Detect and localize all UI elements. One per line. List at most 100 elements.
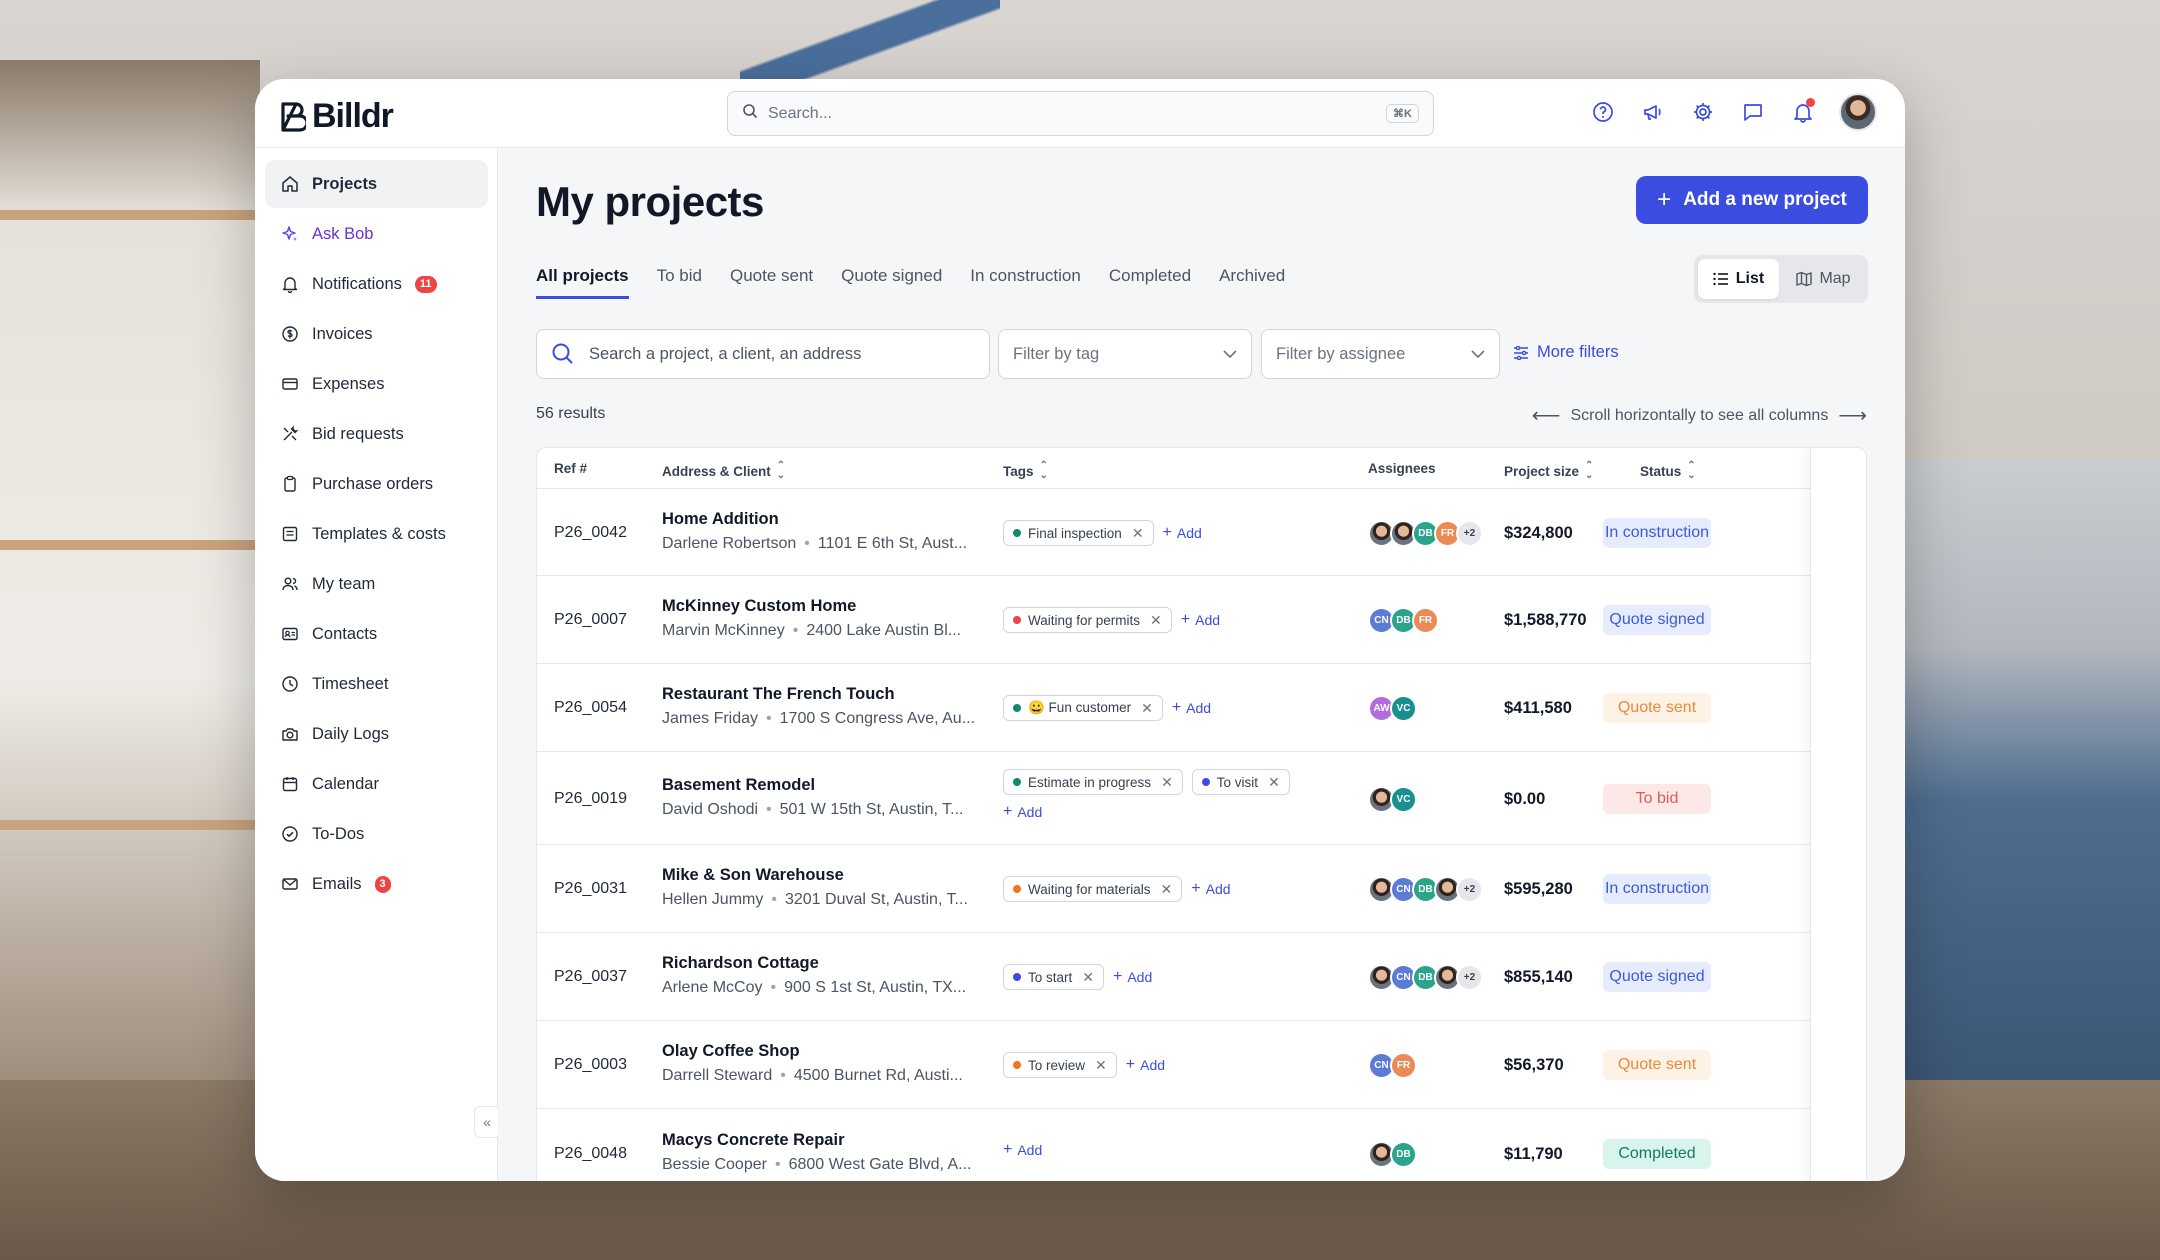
- sidebar-item-projects[interactable]: Projects: [265, 160, 488, 208]
- sidebar-item-calendar[interactable]: Calendar: [265, 760, 488, 808]
- address-client-cell[interactable]: Mike & Son Warehouse Hellen Jummy • 3201 Du…: [662, 866, 968, 909]
- assignees-cell[interactable]: CN DB FR: [1368, 607, 1439, 634]
- tag-chip[interactable]: To start ✕: [1003, 964, 1104, 990]
- table-row[interactable]: P26_0007 McKinney Custom Home Marvin McKin…: [537, 576, 1866, 664]
- help-circle-icon[interactable]: [1589, 98, 1617, 126]
- address-client-cell[interactable]: Restaurant The French Touch James Friday •…: [662, 685, 975, 728]
- tag-chip[interactable]: Waiting for permits ✕: [1003, 607, 1172, 633]
- status-badge[interactable]: Quote signed: [1603, 605, 1711, 635]
- tab-to-bid[interactable]: To bid: [657, 266, 702, 299]
- column-header-assignees[interactable]: Assignees: [1368, 461, 1436, 476]
- sidebar-item-expenses[interactable]: Expenses: [265, 360, 488, 408]
- project-title[interactable]: Mike & Son Warehouse: [662, 866, 968, 885]
- add-tag-button[interactable]: + Add: [1172, 699, 1211, 717]
- project-title[interactable]: McKinney Custom Home: [662, 597, 961, 616]
- add-tag-button[interactable]: + Add: [1191, 880, 1230, 898]
- remove-tag-icon[interactable]: ✕: [1082, 969, 1094, 986]
- address-client-cell[interactable]: McKinney Custom Home Marvin McKinney • 2400…: [662, 597, 961, 640]
- assignees-cell[interactable]: VC: [1368, 786, 1417, 813]
- assignees-cell[interactable]: CN FR: [1368, 1052, 1417, 1079]
- sidebar-item-my-team[interactable]: My team: [265, 560, 488, 608]
- gear-icon[interactable]: [1689, 98, 1717, 126]
- address-client-cell[interactable]: Richardson Cottage Arlene McCoy • 900 S 1st…: [662, 954, 966, 997]
- remove-tag-icon[interactable]: ✕: [1141, 700, 1153, 717]
- status-badge[interactable]: In construction: [1603, 874, 1711, 904]
- remove-tag-icon[interactable]: ✕: [1132, 525, 1144, 542]
- filter-by-assignee-select[interactable]: Filter by assignee: [1261, 329, 1500, 379]
- tab-quote-signed[interactable]: Quote signed: [841, 266, 942, 299]
- tag-chip[interactable]: Waiting for materials ✕: [1003, 876, 1183, 902]
- project-title[interactable]: Home Addition: [662, 510, 967, 529]
- status-badge[interactable]: Quote sent: [1603, 1050, 1711, 1080]
- sidebar-item-daily-logs[interactable]: Daily Logs: [265, 710, 488, 758]
- megaphone-icon[interactable]: [1639, 98, 1667, 126]
- tab-quote-sent[interactable]: Quote sent: [730, 266, 813, 299]
- add-tag-button[interactable]: + Add: [1003, 1141, 1042, 1159]
- remove-tag-icon[interactable]: ✕: [1268, 774, 1280, 791]
- sidebar-item-contacts[interactable]: Contacts: [265, 610, 488, 658]
- tag-chip[interactable]: Estimate in progress ✕: [1003, 769, 1183, 795]
- status-badge[interactable]: Quote sent: [1603, 693, 1711, 723]
- sidebar-item-ask-bob[interactable]: Ask Bob: [265, 210, 488, 258]
- column-header-status[interactable]: Status ⌃ ⌄: [1640, 461, 1696, 481]
- column-header-tags[interactable]: Tags ⌃ ⌄: [1003, 461, 1048, 481]
- sidebar-collapse-button[interactable]: «: [474, 1106, 500, 1138]
- tab-all-projects[interactable]: All projects: [536, 266, 629, 299]
- sidebar-item-todos[interactable]: To-Dos: [265, 810, 488, 858]
- status-badge[interactable]: Quote signed: [1603, 962, 1711, 992]
- bell-icon[interactable]: [1789, 98, 1817, 126]
- remove-tag-icon[interactable]: ✕: [1161, 881, 1173, 898]
- assignees-cell[interactable]: DB: [1368, 1141, 1417, 1168]
- chat-icon[interactable]: [1739, 98, 1767, 126]
- more-filters-button[interactable]: More filters: [1513, 343, 1619, 362]
- tag-chip[interactable]: 😀 Fun customer ✕: [1003, 695, 1163, 721]
- add-tag-button[interactable]: + Add: [1003, 803, 1042, 821]
- sidebar-item-templates-costs[interactable]: Templates & costs: [265, 510, 488, 558]
- tab-completed[interactable]: Completed: [1109, 266, 1191, 299]
- brand-logo[interactable]: Billdr: [280, 97, 394, 136]
- view-map-button[interactable]: Map: [1783, 259, 1864, 299]
- sidebar-item-invoices[interactable]: Invoices: [265, 310, 488, 358]
- remove-tag-icon[interactable]: ✕: [1161, 774, 1173, 791]
- assignees-cell[interactable]: CN DB +2: [1368, 876, 1483, 903]
- sidebar-item-timesheet[interactable]: Timesheet: [265, 660, 488, 708]
- column-header-ref[interactable]: Ref #: [554, 461, 587, 476]
- project-title[interactable]: Olay Coffee Shop: [662, 1042, 963, 1061]
- add-tag-button[interactable]: + Add: [1163, 524, 1202, 542]
- view-list-button[interactable]: List: [1698, 259, 1779, 299]
- address-client-cell[interactable]: Olay Coffee Shop Darrell Steward • 4500 Bur…: [662, 1042, 963, 1085]
- assignees-cell[interactable]: AW VC: [1368, 695, 1417, 722]
- table-row[interactable]: P26_0003 Olay Coffee Shop Darrell Steward •…: [537, 1021, 1866, 1109]
- table-row[interactable]: P26_0019 Basement Remodel David Oshodi • 501…: [537, 752, 1866, 845]
- sidebar-item-notifications[interactable]: Notifications 11: [265, 260, 488, 308]
- table-row[interactable]: P26_0037 Richardson Cottage Arlene McCoy • 9…: [537, 933, 1866, 1021]
- remove-tag-icon[interactable]: ✕: [1095, 1057, 1107, 1074]
- status-badge[interactable]: Completed: [1603, 1139, 1711, 1169]
- address-client-cell[interactable]: Home Addition Darlene Robertson • 1101 E 6t…: [662, 510, 967, 553]
- add-project-button[interactable]: + Add a new project: [1636, 176, 1868, 224]
- add-tag-button[interactable]: + Add: [1181, 611, 1220, 629]
- remove-tag-icon[interactable]: ✕: [1150, 612, 1162, 629]
- add-tag-button[interactable]: + Add: [1113, 968, 1152, 986]
- sidebar-item-purchase-orders[interactable]: Purchase orders: [265, 460, 488, 508]
- project-title[interactable]: Richardson Cottage: [662, 954, 966, 973]
- tag-chip[interactable]: Final inspection ✕: [1003, 520, 1154, 546]
- address-client-cell[interactable]: Basement Remodel David Oshodi • 501 W 15th …: [662, 776, 963, 819]
- project-title[interactable]: Basement Remodel: [662, 776, 963, 795]
- status-badge[interactable]: In construction: [1603, 518, 1711, 548]
- project-title[interactable]: Macys Concrete Repair: [662, 1131, 971, 1150]
- filter-by-tag-select[interactable]: Filter by tag: [998, 329, 1252, 379]
- table-row[interactable]: P26_0054 Restaurant The French Touch James…: [537, 664, 1866, 752]
- tag-chip[interactable]: To review ✕: [1003, 1052, 1117, 1078]
- project-title[interactable]: Restaurant The French Touch: [662, 685, 975, 704]
- table-row[interactable]: P26_0031 Mike & Son Warehouse Hellen Jummy…: [537, 845, 1866, 933]
- table-row[interactable]: P26_0042 Home Addition Darlene Robertson • 1…: [537, 489, 1866, 576]
- sidebar-item-emails[interactable]: Emails 3: [265, 860, 488, 908]
- column-header-project-size[interactable]: Project size ⌃ ⌄: [1504, 461, 1593, 481]
- address-client-cell[interactable]: Macys Concrete Repair Bessie Cooper • 6800 …: [662, 1131, 971, 1174]
- column-header-address-client[interactable]: Address & Client ⌃ ⌄: [662, 461, 785, 481]
- assignees-cell[interactable]: CN DB +2: [1368, 964, 1483, 991]
- add-tag-button[interactable]: + Add: [1126, 1056, 1165, 1074]
- user-avatar[interactable]: [1839, 93, 1877, 131]
- assignees-cell[interactable]: DB FR +2: [1368, 520, 1483, 547]
